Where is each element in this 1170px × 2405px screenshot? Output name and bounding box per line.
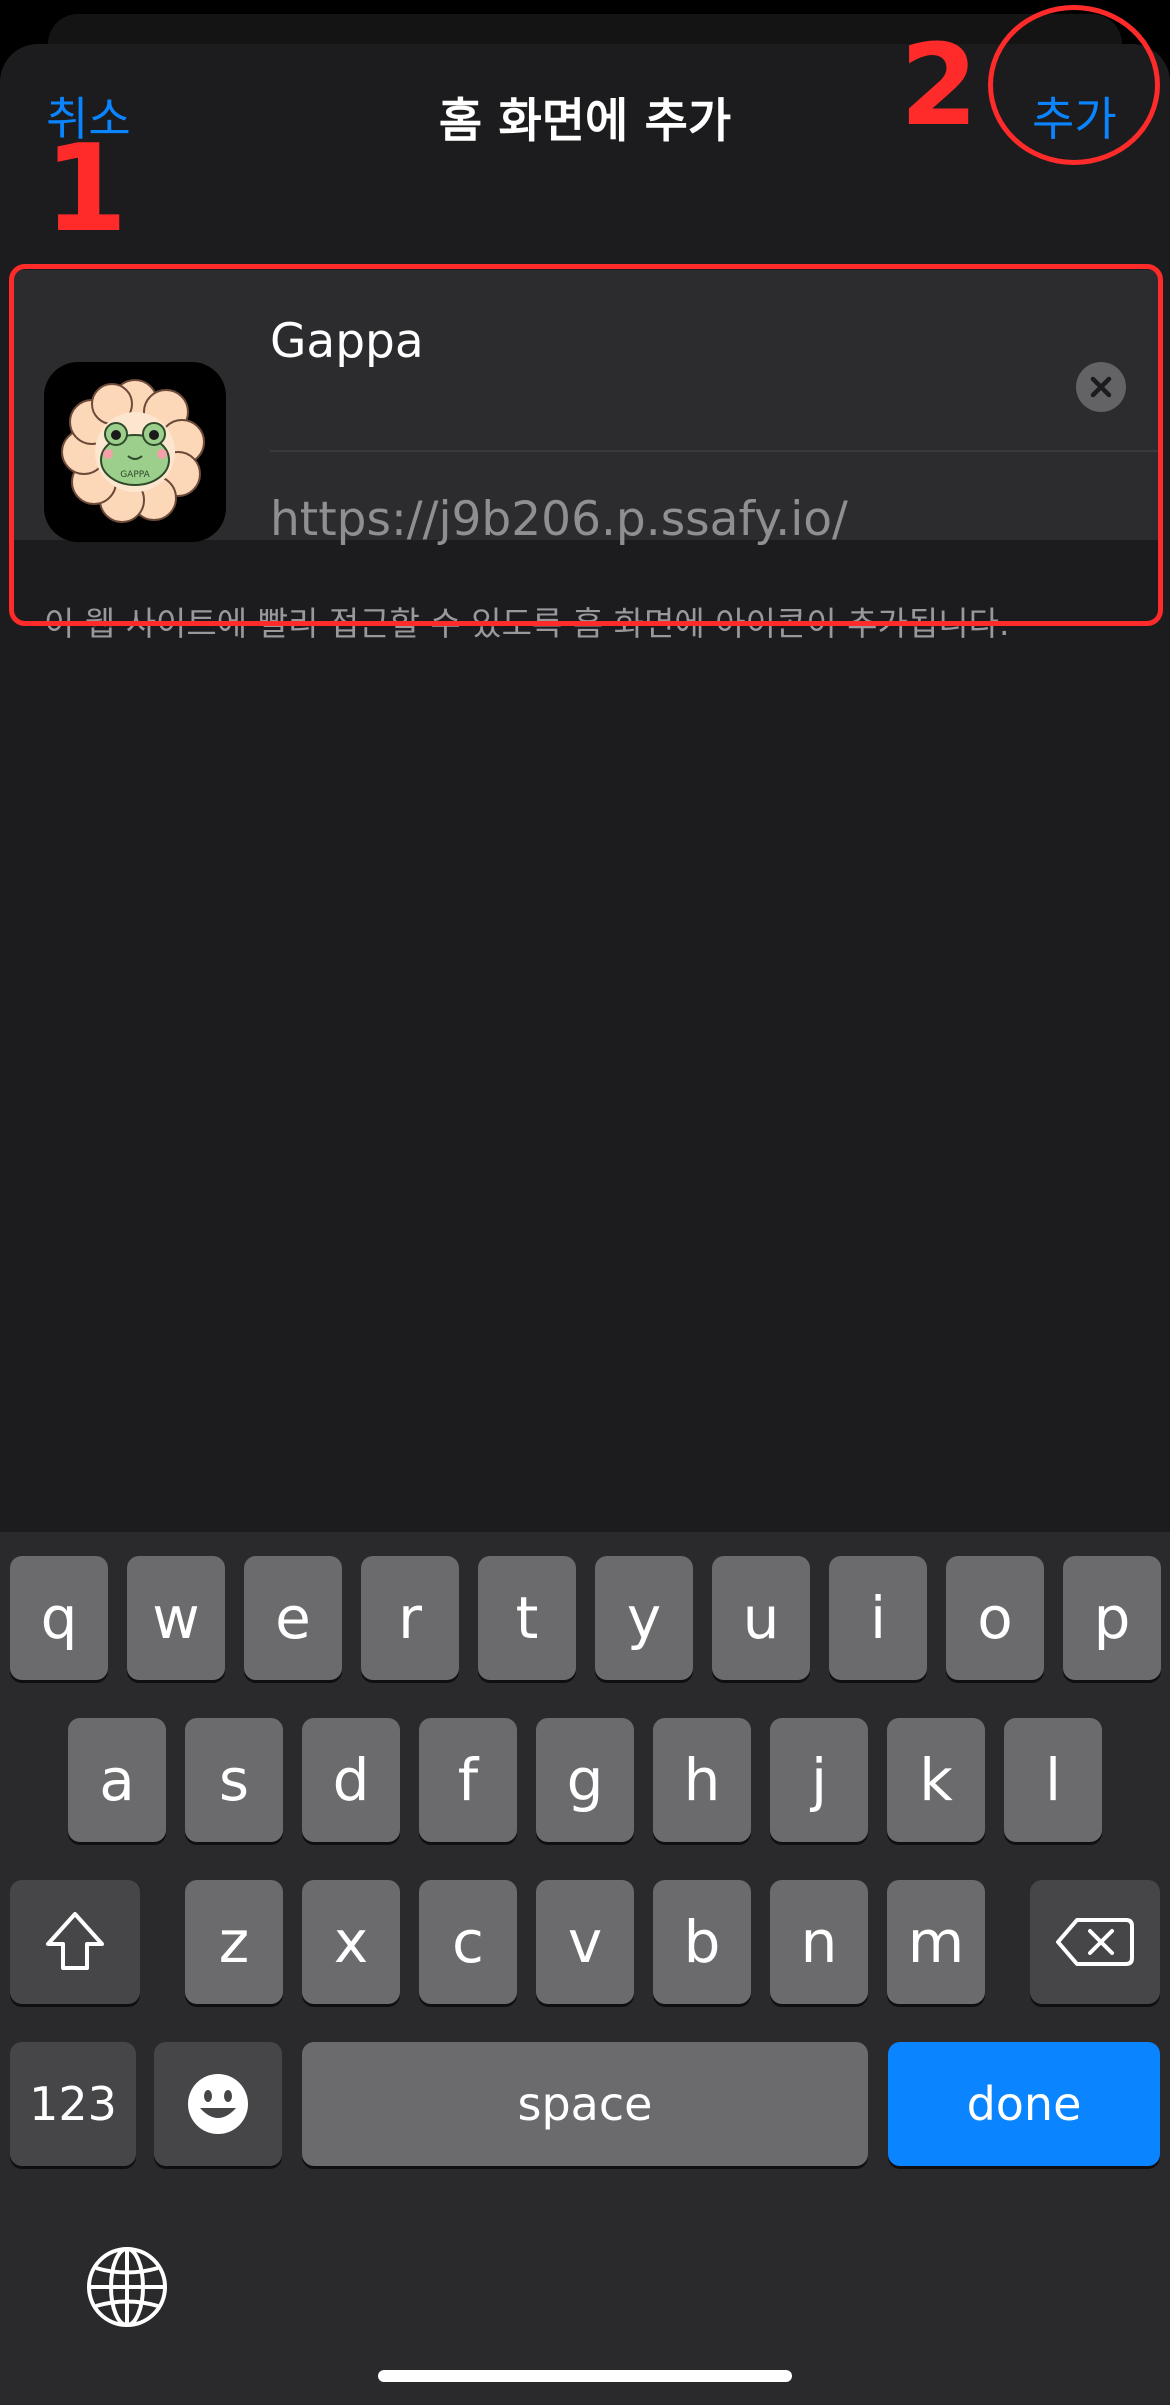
key-l[interactable]: l [1004, 1718, 1102, 1842]
globe-icon [87, 2247, 167, 2327]
key-e[interactable]: e [244, 1556, 342, 1680]
key-q[interactable]: q [10, 1556, 108, 1680]
annotation-step-2: 2 [900, 21, 978, 151]
key-j[interactable]: j [770, 1718, 868, 1842]
screen: 취소 홈 화면에 추가 추가 GAPPA Gappa https://j9b20… [0, 0, 1170, 2405]
key-s[interactable]: s [185, 1718, 283, 1842]
delete-backspace-icon [1056, 1918, 1134, 1966]
key-o[interactable]: o [946, 1556, 1044, 1680]
shift-icon [46, 1912, 104, 1970]
keyboard: q w e r t y u i o p a s d f g h j k l z … [0, 1532, 1170, 2405]
annotation-step-1: 1 [44, 120, 128, 259]
annotation-rectangle [9, 264, 1163, 626]
key-k[interactable]: k [887, 1718, 985, 1842]
key-t[interactable]: t [478, 1556, 576, 1680]
key-d[interactable]: d [302, 1718, 400, 1842]
globe-button[interactable] [84, 2244, 170, 2330]
emoji-icon [188, 2074, 248, 2134]
key-z[interactable]: z [185, 1880, 283, 2004]
key-g[interactable]: g [536, 1718, 634, 1842]
key-h[interactable]: h [653, 1718, 751, 1842]
key-c[interactable]: c [419, 1880, 517, 2004]
key-a[interactable]: a [68, 1718, 166, 1842]
emoji-key[interactable] [154, 2042, 282, 2166]
delete-key[interactable] [1030, 1880, 1160, 2004]
space-key[interactable]: space [302, 2042, 868, 2166]
done-key[interactable]: done [888, 2042, 1160, 2166]
key-n[interactable]: n [770, 1880, 868, 2004]
key-y[interactable]: y [595, 1556, 693, 1680]
key-v[interactable]: v [536, 1880, 634, 2004]
key-i[interactable]: i [829, 1556, 927, 1680]
shift-key[interactable] [10, 1880, 140, 2004]
numbers-key[interactable]: 123 [10, 2042, 136, 2166]
key-p[interactable]: p [1063, 1556, 1161, 1680]
home-indicator [378, 2370, 792, 2382]
annotation-circle [988, 5, 1160, 165]
key-m[interactable]: m [887, 1880, 985, 2004]
key-r[interactable]: r [361, 1556, 459, 1680]
key-f[interactable]: f [419, 1718, 517, 1842]
key-b[interactable]: b [653, 1880, 751, 2004]
key-u[interactable]: u [712, 1556, 810, 1680]
key-x[interactable]: x [302, 1880, 400, 2004]
key-w[interactable]: w [127, 1556, 225, 1680]
